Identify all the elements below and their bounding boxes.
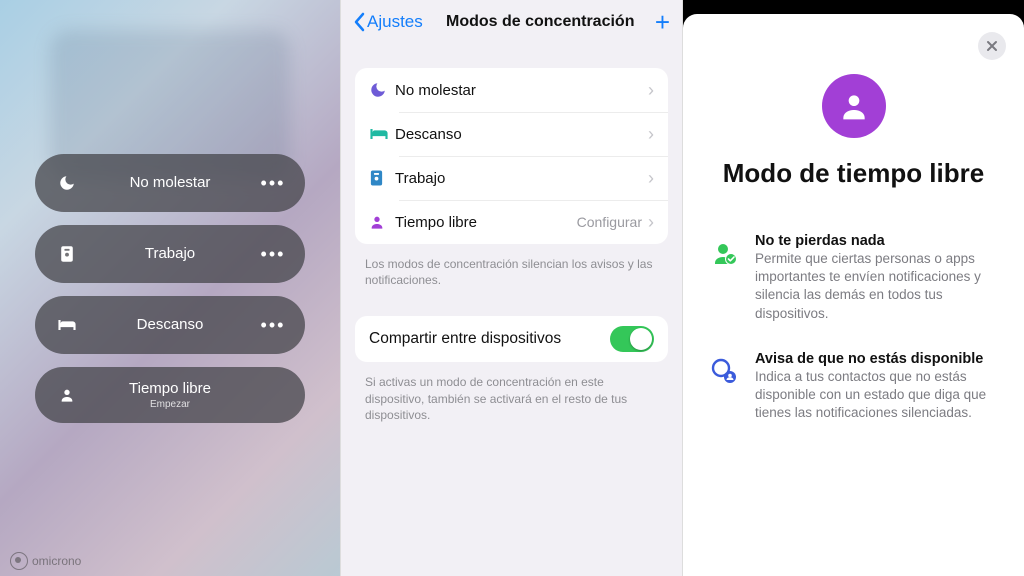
footnote-share: Si activas un modo de concentración en e… — [341, 368, 682, 423]
hero-avatar — [822, 74, 886, 138]
add-button[interactable]: + — [655, 9, 670, 35]
control-center-panel: No molestar ••• Trabajo ••• Descanso •••… — [0, 0, 340, 576]
settings-panel: Ajustes Modos de concentración + No mole… — [340, 0, 683, 576]
feature-desc: Permite que ciertas personas o apps impo… — [755, 250, 998, 323]
row-label: Tiempo libre — [395, 214, 577, 231]
chevron-right-icon: › — [648, 168, 654, 189]
feature-title: Avisa de que no estás disponible — [755, 351, 998, 367]
focus-pill-descanso[interactable]: Descanso ••• — [35, 296, 305, 354]
watermark-text: omicrono — [32, 554, 81, 568]
feature-desc: Indica a tus contactos que no estás disp… — [755, 368, 998, 423]
person-icon — [55, 387, 79, 403]
pill-label: Tiempo libre — [129, 380, 211, 397]
bed-icon — [55, 318, 79, 332]
hero-title: Modo de tiempo libre — [723, 158, 984, 189]
more-icon[interactable]: ••• — [261, 316, 285, 334]
watermark: omicrono — [10, 552, 81, 570]
pill-label: No molestar — [130, 174, 211, 191]
footnote-modes: Los modos de concentración silencian los… — [341, 250, 682, 288]
nav-bar: Ajustes Modos de concentración + — [341, 0, 682, 44]
row-label: Descanso — [395, 126, 648, 143]
feature-allow-notifications: No te pierdas nada Permite que ciertas p… — [709, 233, 998, 323]
row-label: No molestar — [395, 82, 648, 99]
hero: Modo de tiempo libre — [703, 74, 1004, 189]
person-icon — [369, 214, 395, 230]
chevron-left-icon — [353, 12, 365, 32]
badge-icon — [369, 169, 395, 187]
more-icon[interactable]: ••• — [261, 174, 285, 192]
bed-icon — [369, 127, 395, 141]
person-icon — [838, 90, 870, 122]
pill-sublabel: Empezar — [79, 399, 261, 410]
close-button[interactable] — [978, 32, 1006, 60]
pill-label: Trabajo — [145, 245, 195, 262]
row-trabajo[interactable]: Trabajo › — [355, 156, 668, 200]
row-share-devices[interactable]: Compartir entre dispositivos — [355, 316, 668, 362]
row-label: Trabajo — [395, 170, 648, 187]
moon-icon — [55, 174, 79, 192]
onboarding-panel: Modo de tiempo libre No te pierdas nada … — [683, 0, 1024, 576]
badge-icon — [55, 245, 79, 263]
more-icon[interactable]: ••• — [261, 245, 285, 263]
pill-label: Descanso — [137, 316, 204, 333]
back-button[interactable]: Ajustes — [353, 12, 423, 32]
row-no-molestar[interactable]: No molestar › — [355, 68, 668, 112]
focus-pill-trabajo[interactable]: Trabajo ••• — [35, 225, 305, 283]
person-check-icon — [709, 233, 739, 323]
share-group: Compartir entre dispositivos — [355, 316, 668, 362]
chevron-right-icon: › — [648, 212, 654, 233]
row-descanso[interactable]: Descanso › — [355, 112, 668, 156]
focus-modes-list: No molestar › Descanso › Trabajo › Tiemp… — [355, 68, 668, 244]
onboarding-sheet: Modo de tiempo libre No te pierdas nada … — [683, 14, 1024, 576]
feature-title: No te pierdas nada — [755, 233, 998, 249]
chevron-right-icon: › — [648, 124, 654, 145]
row-accessory: Configurar — [577, 214, 642, 230]
watermark-icon — [10, 552, 28, 570]
row-label: Compartir entre dispositivos — [369, 330, 610, 348]
share-toggle[interactable] — [610, 326, 654, 352]
back-label: Ajustes — [367, 12, 423, 32]
focus-pill-tiempo-libre[interactable]: Tiempo libre Empezar ••• — [35, 367, 305, 423]
chevron-right-icon: › — [648, 80, 654, 101]
moon-icon — [369, 81, 395, 99]
row-tiempo-libre[interactable]: Tiempo libre Configurar › — [355, 200, 668, 244]
feature-list: No te pierdas nada Permite que ciertas p… — [703, 233, 1004, 423]
close-icon — [986, 40, 998, 52]
focus-pill-no-molestar[interactable]: No molestar ••• — [35, 154, 305, 212]
feature-status: Avisa de que no estás disponible Indica … — [709, 351, 998, 423]
status-share-icon — [709, 351, 739, 423]
